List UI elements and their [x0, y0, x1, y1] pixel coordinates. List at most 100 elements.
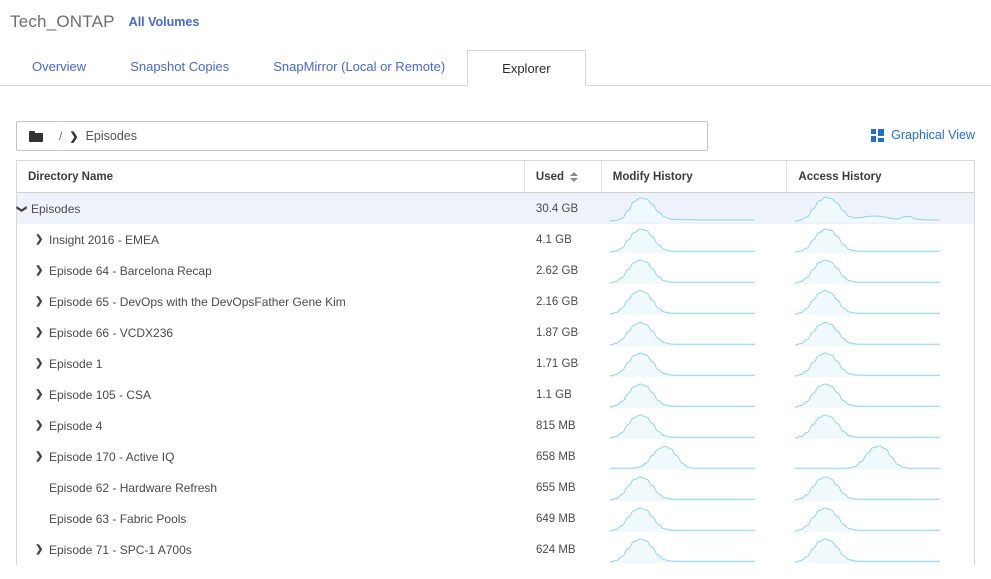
column-header-name: Directory Name	[17, 161, 525, 192]
cell-used: 2.16 GB	[535, 295, 579, 308]
table-row[interactable]: Episode 64 - Barcelona Recap 2.62 GB	[17, 255, 974, 286]
chevron-right-icon[interactable]	[35, 389, 49, 400]
column-header-access: Access History	[787, 161, 974, 192]
cell-used: 658 MB	[535, 450, 576, 463]
cell-directory-name[interactable]: Episode 62 - Hardware Refresh	[17, 472, 525, 503]
cell-directory-name[interactable]: Episode 105 - CSA	[17, 379, 525, 410]
access-history-sparkline	[787, 410, 974, 441]
breadcrumb-row: / ❯ Episodes Graphical View	[16, 120, 975, 152]
cell-directory-name[interactable]: Episode 71 - SPC-1 A700s	[17, 534, 525, 565]
chevron-right-icon[interactable]	[35, 451, 49, 462]
table-row[interactable]: Episode 62 - Hardware Refresh 655 MB	[17, 472, 974, 503]
table-row[interactable]: Episode 66 - VCDX236 1.87 GB	[17, 317, 974, 348]
table-body: Episodes 30.4 GB Insight 2016 - EMEA 4.1 GB…	[17, 193, 974, 565]
cell-used: 655 MB	[535, 481, 576, 494]
access-history-sparkline	[787, 286, 974, 317]
access-history-sparkline	[787, 317, 974, 348]
modify-history-sparkline	[602, 534, 788, 565]
chevron-right-icon[interactable]	[35, 544, 49, 555]
directory-name-label: Episode 4	[49, 418, 103, 433]
column-header-used[interactable]: Used	[525, 161, 602, 192]
column-header-label: Access History	[798, 170, 882, 183]
table-row[interactable]: Episode 71 - SPC-1 A700s 624 MB	[17, 534, 974, 565]
modify-history-sparkline	[602, 317, 788, 348]
chevron-right-icon[interactable]	[35, 358, 49, 369]
table-header-row: Directory Name Used Modify History Access H…	[17, 161, 974, 193]
table-row[interactable]: Episode 65 - DevOps with the DevOpsFathe…	[17, 286, 974, 317]
cell-used: 624 MB	[535, 543, 576, 556]
access-history-sparkline	[787, 379, 974, 410]
chevron-right-icon[interactable]	[35, 296, 49, 307]
chevron-right-icon[interactable]	[35, 327, 49, 338]
modify-history-sparkline	[602, 472, 788, 503]
cell-directory-name[interactable]: Episodes	[17, 193, 525, 224]
tab-explorer[interactable]: Explorer	[467, 50, 586, 86]
cell-used: 30.4 GB	[535, 202, 579, 215]
access-history-sparkline	[787, 224, 974, 255]
table-row[interactable]: Insight 2016 - EMEA 4.1 GB	[17, 224, 974, 255]
chevron-right-icon[interactable]	[35, 420, 49, 431]
access-history-sparkline	[787, 255, 974, 286]
column-header-label: Directory Name	[28, 170, 114, 183]
column-header-modify: Modify History	[602, 161, 788, 192]
all-volumes-link[interactable]: All Volumes	[129, 15, 200, 29]
explorer-panel: / ❯ Episodes Graphical View Directory Na…	[0, 86, 991, 565]
access-history-sparkline	[787, 348, 974, 379]
table-row[interactable]: Episode 63 - Fabric Pools 649 MB	[17, 503, 974, 534]
tab-bar: Overview Snapshot Copies SnapMirror (Local…	[0, 44, 991, 86]
chevron-right-icon[interactable]	[35, 234, 49, 245]
chevron-right-icon[interactable]	[35, 265, 49, 276]
cell-directory-name[interactable]: Episode 170 - Active IQ	[17, 441, 525, 472]
cell-directory-name[interactable]: Episode 65 - DevOps with the DevOpsFathe…	[17, 286, 525, 317]
tab-overview[interactable]: Overview	[10, 49, 108, 85]
table-row[interactable]: Episode 4 815 MB	[17, 410, 974, 441]
directory-name-label: Episode 71 - SPC-1 A700s	[49, 542, 192, 557]
directory-name-label: Episode 62 - Hardware Refresh	[49, 480, 218, 495]
cell-used: 649 MB	[535, 512, 576, 525]
cell-used: 1.1 GB	[535, 388, 572, 401]
cell-directory-name[interactable]: Insight 2016 - EMEA	[17, 224, 525, 255]
access-history-sparkline	[787, 193, 974, 224]
modify-history-sparkline	[602, 379, 788, 410]
table-row[interactable]: Episode 170 - Active IQ 658 MB	[17, 441, 974, 472]
modify-history-sparkline	[602, 193, 788, 224]
modify-history-sparkline	[602, 441, 788, 472]
modify-history-sparkline	[602, 224, 788, 255]
graphical-view-label: Graphical View	[891, 128, 975, 142]
page-header: Tech_ONTAP All Volumes	[0, 0, 991, 44]
cell-used: 815 MB	[535, 419, 576, 432]
column-header-label: Used	[535, 170, 565, 183]
cell-directory-name[interactable]: Episode 66 - VCDX236	[17, 317, 525, 348]
cell-used: 1.71 GB	[535, 357, 579, 370]
table-row[interactable]: Episode 1 1.71 GB	[17, 348, 974, 379]
access-history-sparkline	[787, 472, 974, 503]
folder-icon	[29, 130, 43, 142]
chevron-down-icon[interactable]	[17, 203, 31, 214]
directory-name-label: Episode 65 - DevOps with the DevOpsFathe…	[49, 294, 346, 309]
cell-directory-name[interactable]: Episode 1	[17, 348, 525, 379]
tab-snapmirror-local-or-remote[interactable]: SnapMirror (Local or Remote)	[251, 49, 467, 85]
grid-icon	[871, 128, 885, 142]
access-history-sparkline	[787, 534, 974, 565]
breadcrumb[interactable]: / ❯ Episodes	[16, 121, 708, 151]
graphical-view-button[interactable]: Graphical View	[871, 128, 975, 142]
access-history-sparkline	[787, 503, 974, 534]
sort-icon[interactable]	[570, 171, 579, 183]
modify-history-sparkline	[602, 410, 788, 441]
cell-used: 1.87 GB	[535, 326, 579, 339]
breadcrumb-path[interactable]: Episodes	[86, 129, 137, 143]
tab-snapshot-copies[interactable]: Snapshot Copies	[108, 49, 251, 85]
cell-directory-name[interactable]: Episode 64 - Barcelona Recap	[17, 255, 525, 286]
column-header-label: Modify History	[612, 170, 693, 183]
breadcrumb-separator: /	[59, 129, 63, 143]
table-row[interactable]: Episode 105 - CSA 1.1 GB	[17, 379, 974, 410]
cell-used: 4.1 GB	[535, 233, 572, 246]
directory-name-label: Episode 64 - Barcelona Recap	[49, 263, 212, 278]
modify-history-sparkline	[602, 348, 788, 379]
cell-directory-name[interactable]: Episode 63 - Fabric Pools	[17, 503, 525, 534]
table-row[interactable]: Episodes 30.4 GB	[17, 193, 974, 224]
directory-table: Directory Name Used Modify History Access H…	[16, 160, 975, 565]
modify-history-sparkline	[602, 255, 788, 286]
cell-directory-name[interactable]: Episode 4	[17, 410, 525, 441]
directory-name-label: Episode 105 - CSA	[49, 387, 152, 402]
